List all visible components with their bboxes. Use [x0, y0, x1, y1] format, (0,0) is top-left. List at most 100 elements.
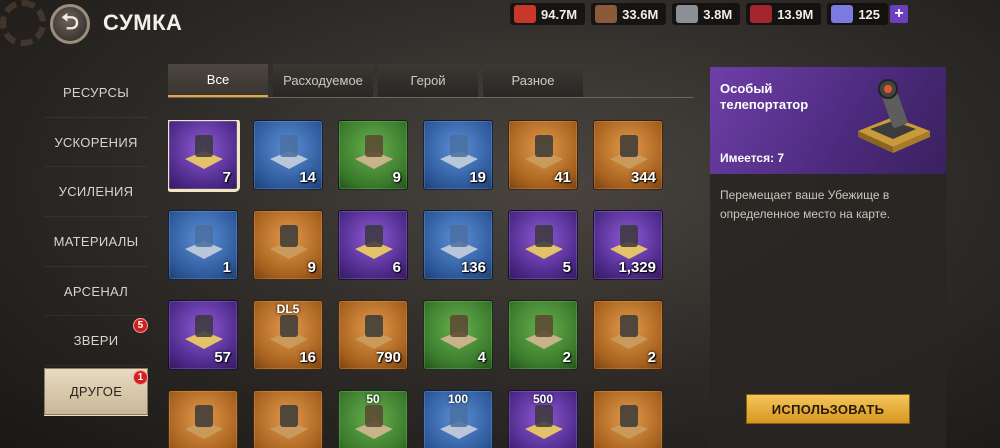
page-title: СУМКА	[103, 10, 183, 35]
resource-gems[interactable]: 125	[827, 3, 889, 25]
sidebar-item-0[interactable]: РЕСУРСЫ	[44, 68, 148, 118]
item-quantity: 790	[375, 349, 401, 366]
item-tag: 50	[366, 392, 380, 406]
item-quantity: 5	[562, 259, 571, 276]
resource-value: 125	[858, 6, 881, 22]
resource-value: 94.7M	[541, 6, 578, 22]
device-item[interactable]: 344	[593, 120, 663, 190]
item-tag: DL5	[276, 302, 300, 316]
category-sidebar: РЕСУРСЫ УСКОРЕНИЯ УСИЛЕНИЯ МАТЕРИАЛЫ АРСЕНАЛ…	[44, 68, 148, 417]
chest-item[interactable]	[168, 390, 238, 448]
item-quantity: 9	[307, 259, 316, 276]
knife-item[interactable]: 1,329	[593, 210, 663, 280]
gems-icon	[831, 5, 854, 23]
laptop-icon	[185, 225, 223, 259]
treasure-chest-item[interactable]	[253, 390, 323, 448]
mystery-box-orange-item[interactable]: 2	[593, 300, 663, 370]
resource-value: 3.8M	[703, 6, 733, 22]
sidebar-item-label: ДРУГОЕ	[69, 384, 123, 400]
sidebar-item-5[interactable]: ЗВЕРИ 5	[44, 316, 148, 367]
wood-icon	[595, 5, 618, 23]
filter-tabs: Все Расходуемое Герой Разное	[168, 64, 694, 98]
sidebar-item-label: АРСЕНАЛ	[63, 283, 129, 299]
flag-item[interactable]: 14	[253, 120, 323, 190]
binoculars-item[interactable]: 41	[508, 120, 578, 190]
coin-item[interactable]: 790	[338, 300, 408, 370]
item-quantity: 57	[214, 349, 231, 366]
can-100-item[interactable]: 100	[423, 390, 493, 448]
sidebar-item-label: МАТЕРИАЛЫ	[53, 233, 139, 249]
chip-icon	[270, 225, 308, 259]
tab-0[interactable]: Все	[168, 64, 268, 97]
token-2-item[interactable]	[593, 390, 663, 448]
item-quantity: 4	[477, 349, 486, 366]
purple-chip-icon	[355, 225, 393, 259]
dl5-badge-item[interactable]: DL5 16	[253, 300, 323, 370]
purple-chip-item[interactable]: 6	[338, 210, 408, 280]
hook-item[interactable]: 57	[168, 300, 238, 370]
mystery-box-orange-icon	[610, 315, 648, 349]
vial-item[interactable]: 5	[508, 210, 578, 280]
tab-1[interactable]: Расходуемое	[273, 64, 373, 97]
item-quantity: 2	[562, 349, 571, 366]
container-item[interactable]: 4	[423, 300, 493, 370]
item-owned-count: Имеется: 7	[720, 151, 785, 165]
item-detail-header: Особый телепортатор Имеется: 7	[710, 67, 946, 174]
chest-icon	[185, 405, 223, 439]
mystery-box-item[interactable]: 2	[508, 300, 578, 370]
item-quantity: 19	[469, 169, 486, 186]
container-icon	[440, 315, 478, 349]
sidebar-item-label: ЗВЕРИ	[73, 333, 119, 349]
add-gems-button[interactable]: +	[890, 5, 909, 23]
teleporter-item[interactable]: 7	[168, 120, 240, 192]
token-2-icon	[610, 405, 648, 439]
item-tag: 500	[532, 392, 554, 406]
sidebar-item-6[interactable]: ДРУГОЕ 1	[44, 368, 148, 417]
can-500-item[interactable]: 500	[508, 390, 578, 448]
resource-fuel[interactable]: 13.9M	[746, 3, 822, 25]
item-quantity: 136	[460, 259, 486, 276]
sidebar-item-label: РЕСУРСЫ	[62, 84, 130, 100]
sidebar-item-2[interactable]: УСИЛЕНИЯ	[44, 167, 148, 218]
map-search-item[interactable]: 19	[423, 120, 493, 190]
sidebar-item-1[interactable]: УСКОРЕНИЯ	[44, 118, 148, 168]
food-icon	[514, 5, 536, 23]
teleporter-icon	[858, 79, 930, 153]
resource-steel[interactable]: 3.8M	[672, 3, 741, 25]
back-button[interactable]: ⮌	[50, 4, 90, 44]
resource-food[interactable]: 94.7M	[510, 3, 586, 25]
item-tag: 100	[447, 392, 469, 406]
sidebar-item-4[interactable]: АРСЕНАЛ	[44, 267, 148, 317]
chip-item[interactable]: 9	[253, 210, 323, 280]
teleporter-icon	[185, 135, 223, 169]
inventory-grid: 7 14 9 19 41 344 1 9 6 136 5 1,329 57 DL5 16 790 4 2 2 50 10…	[168, 120, 678, 448]
treasure-chest-icon	[270, 405, 308, 439]
item-quantity: 9	[392, 169, 401, 186]
item-quantity: 41	[554, 169, 571, 186]
item-quantity: 14	[299, 169, 316, 186]
item-quantity: 7	[222, 169, 231, 186]
sidebar-item-label: УСИЛЕНИЯ	[58, 184, 134, 200]
header-bar: ⮌ СУМКА 94.7M 33.6M 3.8M 13.9M 125 +	[0, 0, 1000, 46]
item-quantity: 344	[630, 169, 656, 186]
resource-wood[interactable]: 33.6M	[591, 3, 667, 25]
item-quantity: 2	[647, 349, 656, 366]
item-name: Особый телепортатор	[720, 81, 809, 112]
mystery-box-icon	[525, 315, 563, 349]
use-button[interactable]: ИСПОЛЬЗОВАТЬ	[746, 394, 910, 424]
resource-bar: 94.7M 33.6M 3.8M 13.9M 125 +	[510, 3, 909, 25]
item-quantity: 1	[222, 259, 231, 276]
can-50-item[interactable]: 50	[338, 390, 408, 448]
item-description: Перемещает ваше Убежище в определенное м…	[720, 188, 891, 221]
random-box-item[interactable]: 9	[338, 120, 408, 190]
tab-3[interactable]: Разное	[483, 64, 583, 97]
notification-badge: 1	[133, 370, 148, 386]
laptop-item[interactable]: 1	[168, 210, 238, 280]
blue-chip-item[interactable]: 136	[423, 210, 493, 280]
back-arrow-icon: ⮌	[61, 9, 79, 34]
gear-decoration-icon	[0, 0, 46, 46]
tab-2[interactable]: Герой	[378, 64, 478, 97]
vial-icon	[525, 225, 563, 259]
random-box-icon	[355, 135, 393, 169]
sidebar-item-3[interactable]: МАТЕРИАЛЫ	[44, 217, 148, 267]
